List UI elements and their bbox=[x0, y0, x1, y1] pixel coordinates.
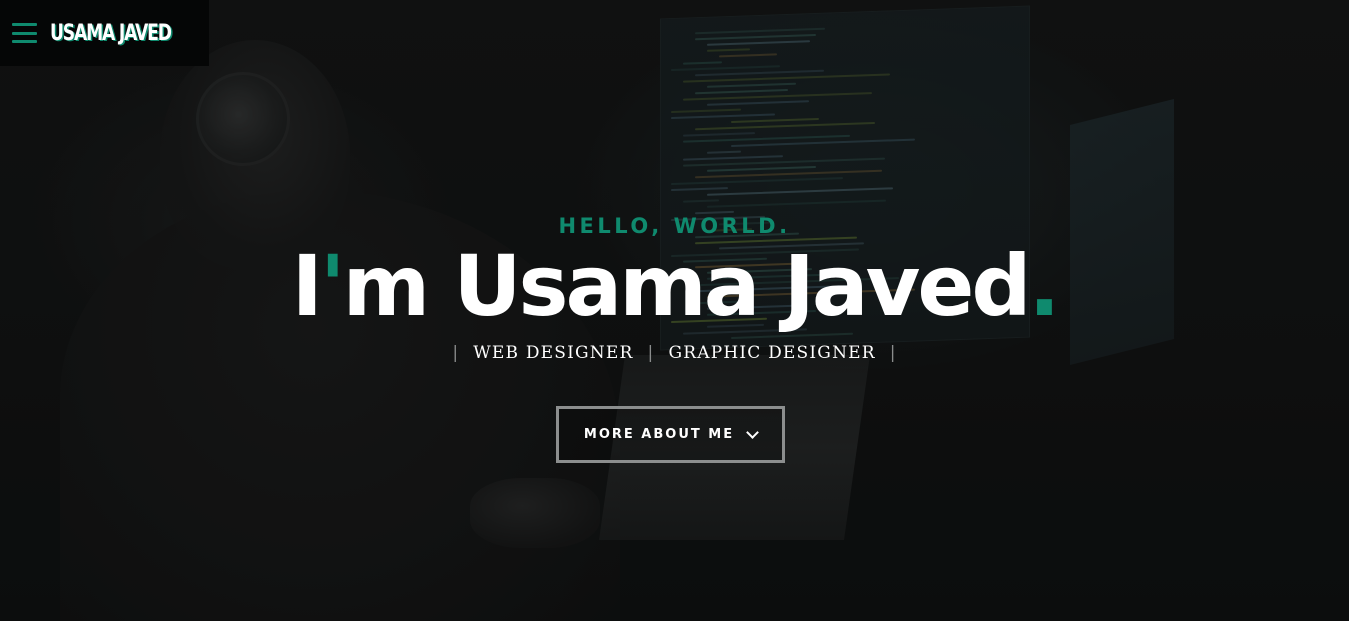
more-about-me-label: MORE ABOUT ME bbox=[583, 427, 735, 442]
site-header-brand: USAMA JAVED bbox=[0, 0, 209, 66]
headline-prefix: I bbox=[291, 237, 323, 335]
role-graphic-designer: GRAPHIC DESIGNER bbox=[668, 343, 876, 363]
role-separator: | bbox=[452, 343, 460, 363]
site-logo[interactable]: USAMA JAVED bbox=[50, 21, 172, 46]
role-separator: | bbox=[647, 343, 655, 363]
headline-name: m Usama Javed bbox=[342, 237, 1032, 335]
hamburger-menu-icon[interactable] bbox=[12, 23, 37, 43]
headline-dot: . bbox=[1028, 237, 1060, 335]
more-about-me-button[interactable]: MORE ABOUT ME bbox=[556, 406, 785, 463]
headline-apostrophe: ' bbox=[319, 237, 346, 335]
hero-headline: I'm Usama Javed. bbox=[0, 236, 1349, 336]
hero-section: USAMA JAVED HELLO, WORLD. I'm Usama Jave… bbox=[0, 0, 1349, 621]
chevron-down-icon bbox=[746, 425, 759, 439]
role-web-designer: WEB DESIGNER bbox=[473, 343, 634, 363]
role-separator: | bbox=[889, 343, 897, 363]
hero-greeting: HELLO, WORLD. bbox=[558, 214, 791, 238]
hero-roles: | WEB DESIGNER | GRAPHIC DESIGNER | bbox=[0, 343, 1349, 363]
